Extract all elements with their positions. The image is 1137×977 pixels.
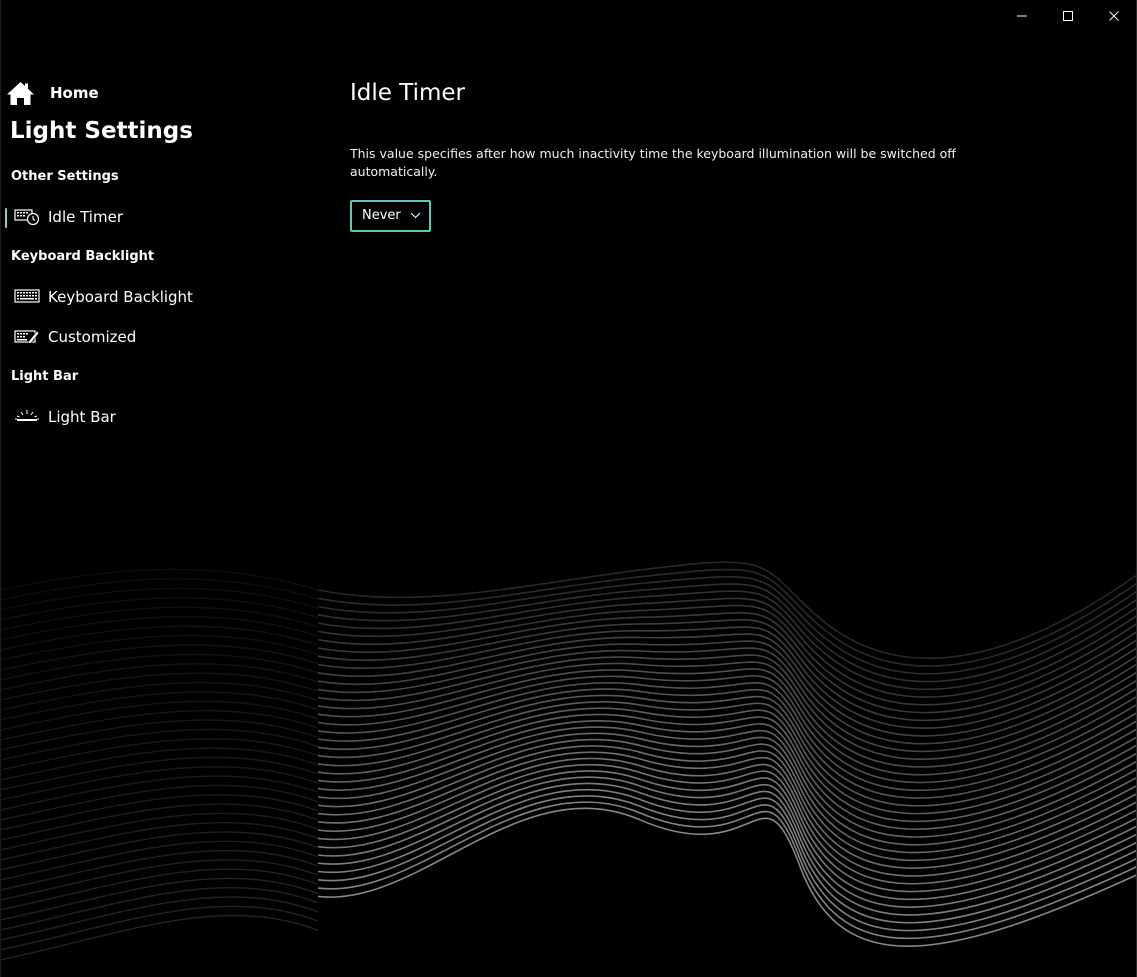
nav-label-customized: Customized bbox=[48, 328, 137, 346]
left-wave-lines bbox=[0, 568, 319, 961]
section-header-keyboard-backlight: Keyboard Backlight bbox=[11, 249, 155, 264]
wave-line bbox=[0, 840, 319, 881]
wave-line bbox=[0, 738, 319, 771]
wave-line bbox=[0, 653, 319, 681]
wave-line bbox=[317, 757, 1137, 885]
close-button[interactable] bbox=[1091, 0, 1137, 32]
wave-line bbox=[0, 663, 319, 691]
wave-line bbox=[0, 681, 319, 711]
wave-line bbox=[317, 763, 1137, 893]
close-icon bbox=[1109, 11, 1119, 21]
wave-line bbox=[0, 672, 319, 701]
chevron-down-icon bbox=[410, 212, 421, 219]
wave-line bbox=[0, 634, 319, 661]
wave-line bbox=[0, 914, 319, 961]
keyboard-edit-icon bbox=[14, 330, 40, 344]
wave-line bbox=[317, 776, 1137, 908]
maximize-button[interactable] bbox=[1045, 0, 1091, 32]
light-bar-icon bbox=[15, 410, 39, 421]
nav-item-keyboard-backlight[interactable]: Keyboard Backlight bbox=[4, 280, 304, 314]
keyboard-timer-icon bbox=[14, 209, 40, 226]
wave-line bbox=[0, 766, 319, 801]
app-title: Light Settings bbox=[10, 118, 193, 144]
nav-item-idle-timer[interactable]: Idle Timer bbox=[4, 200, 304, 234]
home-label: Home bbox=[50, 84, 99, 102]
section-header-other-settings: Other Settings bbox=[11, 169, 119, 184]
keyboard-icon bbox=[14, 289, 40, 303]
nav-item-light-bar[interactable]: Light Bar bbox=[4, 400, 304, 434]
wave-line bbox=[0, 775, 319, 811]
right-wave-lines bbox=[317, 561, 1137, 947]
wave-line bbox=[0, 849, 319, 891]
wave-line bbox=[317, 751, 1137, 877]
wave-line bbox=[0, 644, 319, 671]
app-window: Home Light Settings Other Settings Idle … bbox=[0, 0, 1137, 977]
wave-line bbox=[317, 770, 1137, 901]
wave-line bbox=[0, 905, 319, 951]
wave-line bbox=[0, 747, 319, 781]
selection-indicator bbox=[5, 208, 7, 228]
nav-item-customized[interactable]: Customized bbox=[4, 320, 304, 354]
wave-line bbox=[0, 728, 319, 761]
home-icon bbox=[7, 81, 34, 105]
home-link[interactable]: Home bbox=[6, 78, 99, 108]
page-description: This value specifies after how much inac… bbox=[350, 146, 956, 179]
wave-line bbox=[317, 726, 1137, 846]
nav-label-light-bar: Light Bar bbox=[48, 408, 116, 426]
wave-line bbox=[0, 756, 319, 791]
nav-label-keyboard-backlight: Keyboard Backlight bbox=[48, 288, 193, 306]
idle-timer-dropdown-value: Never bbox=[362, 208, 401, 223]
minimize-button[interactable] bbox=[999, 0, 1045, 32]
idle-timer-dropdown[interactable]: Never bbox=[350, 200, 431, 232]
wave-line bbox=[0, 831, 319, 871]
page-title: Idle Timer bbox=[350, 80, 465, 106]
maximize-icon bbox=[1063, 11, 1073, 21]
nav-label-idle-timer: Idle Timer bbox=[48, 208, 123, 226]
minimize-icon bbox=[1017, 15, 1027, 17]
section-header-light-bar: Light Bar bbox=[11, 369, 79, 384]
wave-line bbox=[317, 807, 1137, 947]
